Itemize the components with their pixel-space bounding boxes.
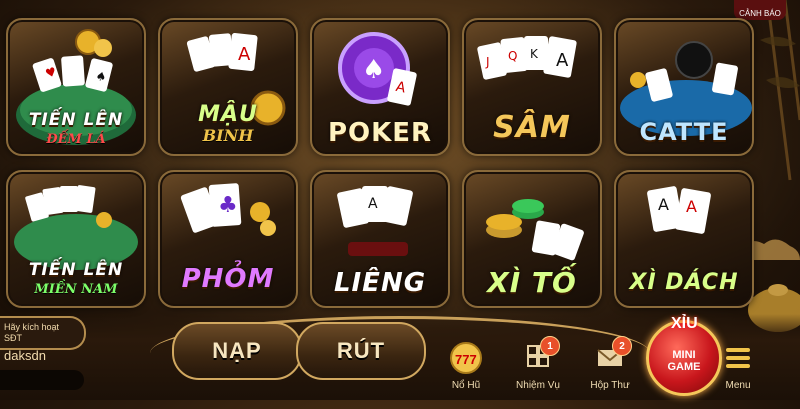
game-tile-tien-len-dem-la[interactable]: ♥ ♠ TIẾN LÊN ĐẾM LÁ xyxy=(6,18,146,156)
nav-item-missions[interactable]: 1 Nhiệm Vụ xyxy=(508,336,568,400)
game-tile-poker[interactable]: ♠ A POKER xyxy=(310,18,450,156)
nav-label: Nổ Hũ xyxy=(451,380,481,391)
game-subtitle: MIỀN NAM xyxy=(34,282,118,297)
svg-text:A: A xyxy=(556,50,569,71)
svg-text:K: K xyxy=(530,47,539,61)
game-title: LIÊNG xyxy=(333,268,427,298)
balance-bar xyxy=(0,370,84,390)
game-tile-xi-to[interactable]: XÌ TỐ xyxy=(462,170,602,308)
nav-item-jackpot[interactable]: 777 Nổ Hũ xyxy=(436,340,496,400)
warning-button[interactable]: CẢNH BÁO xyxy=(734,0,786,20)
svg-text:A: A xyxy=(658,195,669,214)
svg-text:♣: ♣ xyxy=(218,193,238,218)
game-title: POKER xyxy=(327,118,433,148)
game-subtitle: BINH xyxy=(202,126,254,145)
game-title: CATTE xyxy=(639,118,729,146)
game-tile-catte[interactable]: CATTE xyxy=(614,18,754,156)
game-subtitle: ĐẾM LÁ xyxy=(46,132,106,147)
nav-label: Nhiệm Vụ xyxy=(516,380,560,391)
svg-text:A: A xyxy=(686,197,697,216)
game-tile-mau-binh[interactable]: A MẬU BINH xyxy=(158,18,298,156)
missions-badge: 1 xyxy=(540,336,560,356)
deposit-button[interactable]: NẠP xyxy=(172,322,302,380)
nav-label: Hộp Thư xyxy=(590,380,630,391)
game-tile-sam[interactable]: J Q K A SÂM xyxy=(462,18,602,156)
game-tile-lieng[interactable]: A LIÊNG xyxy=(310,170,450,308)
jackpot-777-icon: 777 xyxy=(450,342,482,374)
svg-text:♠: ♠ xyxy=(362,55,385,85)
game-tile-xi-dach[interactable]: A A XÌ DÁCH xyxy=(614,170,754,308)
nav-item-mailbox[interactable]: 2 Hộp Thư xyxy=(580,336,640,400)
game-tile-tien-len-mien-nam[interactable]: TIẾN LÊN MIỀN NAM xyxy=(6,170,146,308)
svg-text:A: A xyxy=(368,196,378,212)
svg-text:Q: Q xyxy=(508,49,517,63)
mini-game-xiu-label: XỈU xyxy=(671,315,698,332)
game-title: XÌ DÁCH xyxy=(629,270,739,295)
warning-label: CẢNH BÁO xyxy=(739,9,781,18)
nav-item-menu[interactable]: Menu xyxy=(708,340,768,400)
svg-text:J: J xyxy=(485,55,490,69)
game-title: TIẾN LÊN xyxy=(28,260,124,280)
game-tile-phom[interactable]: ♣ PHỎM xyxy=(158,170,298,308)
mail-badge: 2 xyxy=(612,336,632,356)
game-title: XÌ TỐ xyxy=(487,266,577,299)
activate-line1: Hãy kích hoạt xyxy=(4,322,60,332)
activate-line2: SĐT xyxy=(4,333,22,343)
game-title: TIẾN LÊN xyxy=(28,110,124,130)
username: daksdn xyxy=(4,348,46,363)
svg-text:A: A xyxy=(238,44,251,65)
game-title: MẬU xyxy=(198,102,258,127)
game-grid: ♥ ♠ TIẾN LÊN ĐẾM LÁ A MẬU BINH ♠ A POKER xyxy=(6,18,754,308)
menu-icon xyxy=(726,348,750,368)
activate-phone-button[interactable]: Hãy kích hoạt SĐT xyxy=(0,316,86,350)
nav-label: Menu xyxy=(725,380,751,391)
svg-text:777: 777 xyxy=(455,352,477,367)
game-title: SÂM xyxy=(493,110,571,145)
withdraw-button[interactable]: RÚT xyxy=(296,322,426,380)
game-title: PHỎM xyxy=(181,264,275,294)
